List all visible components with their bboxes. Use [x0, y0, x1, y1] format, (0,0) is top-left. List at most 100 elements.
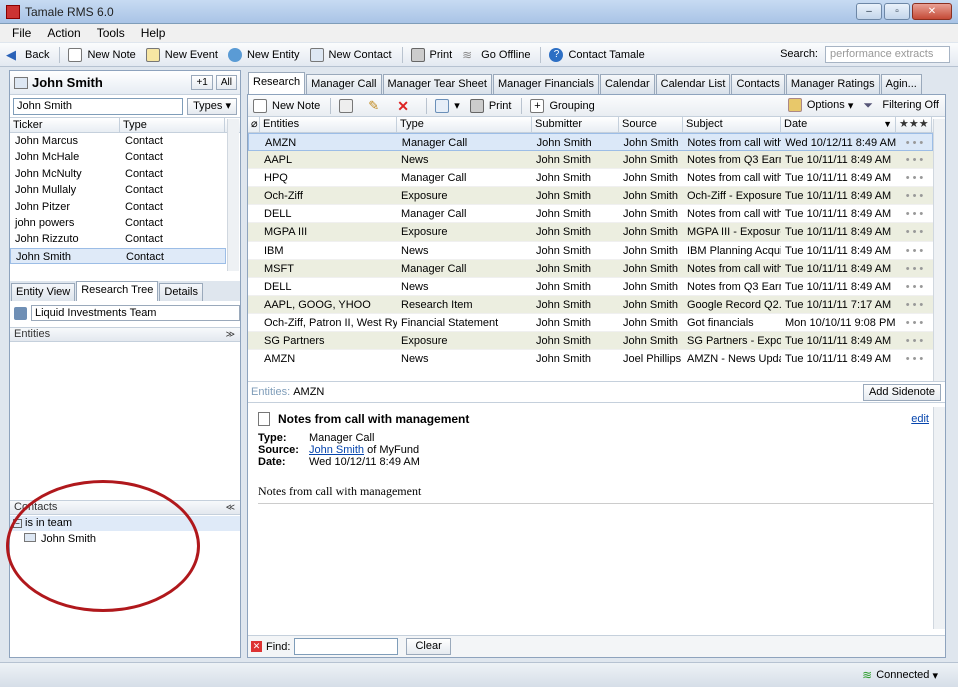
rating-dots[interactable]: •••	[896, 260, 932, 277]
rating-dots[interactable]: •••	[896, 278, 932, 295]
menu-tools[interactable]: Tools	[97, 26, 125, 40]
new-note-button[interactable]: New Note	[253, 98, 320, 113]
new-entity-button[interactable]: New Entity	[227, 47, 300, 62]
col-type[interactable]: Type	[120, 118, 225, 132]
rating-dots[interactable]: •••	[896, 169, 932, 186]
print-button[interactable]: Print	[410, 47, 452, 62]
tab-contacts[interactable]: Contacts	[731, 74, 785, 94]
tab-calendar[interactable]: Calendar	[599, 74, 655, 94]
tab-manager-ratings[interactable]: Manager Ratings	[785, 74, 880, 94]
entity-list-row[interactable]: John Smith Contact	[10, 247, 226, 265]
entity-search-input[interactable]: John Smith	[13, 97, 184, 115]
is-in-team-group[interactable]: − is in team	[10, 516, 240, 531]
minimize-button[interactable]: –	[856, 3, 882, 20]
entity-list-row[interactable]: John Rizzuto Contact	[10, 231, 226, 247]
col-submitter[interactable]: Submitter	[532, 117, 619, 132]
entity-list-row[interactable]: John Mullaly Contact	[10, 182, 226, 198]
col-ticker[interactable]: Ticker	[10, 118, 120, 132]
rating-dots[interactable]: •••	[896, 296, 932, 313]
tab-manager-tear-sheet[interactable]: Manager Tear Sheet	[382, 74, 492, 94]
connection-status[interactable]: ≋ Connected ▾	[862, 668, 938, 682]
contact-tamale-button[interactable]: ? Contact Tamale	[549, 47, 645, 62]
rating-dots[interactable]: •••	[896, 187, 932, 204]
plus-one-button[interactable]: +1	[191, 75, 213, 90]
options-button[interactable]: Options ▾	[787, 98, 853, 112]
maximize-button[interactable]: ▫	[884, 3, 910, 20]
tab-manager-financials[interactable]: Manager Financials	[492, 74, 599, 94]
rating-dots[interactable]: •••	[896, 134, 932, 150]
col-entities[interactable]: Entities	[260, 117, 397, 132]
col-date[interactable]: Date ▼	[781, 117, 896, 132]
tab-details[interactable]: Details	[159, 283, 203, 301]
grouping-button[interactable]: + Grouping	[530, 98, 595, 113]
detail-scrollbar[interactable]	[933, 407, 945, 629]
rating-dots[interactable]: •••	[896, 205, 932, 222]
entities-section-header[interactable]: Entities ≫	[10, 327, 240, 342]
entity-list-scrollbar[interactable]	[227, 119, 239, 271]
all-button[interactable]: All	[215, 75, 237, 90]
col-type[interactable]: Type	[397, 117, 532, 132]
research-row[interactable]: Och-Ziff Exposure John Smith John Smith Och-…	[248, 187, 933, 206]
research-row[interactable]: AAPL, GOOG, YHOO Research Item John Smith J…	[248, 295, 933, 314]
research-row[interactable]: MSFT Manager Call John Smith John Smith Note…	[248, 259, 933, 278]
rating-dots[interactable]: •••	[896, 151, 932, 168]
delete-button[interactable]: ✕	[397, 99, 416, 113]
entity-list-row[interactable]: John Pitzer Contact	[10, 199, 226, 215]
attachment-column-icon[interactable]: ⌀	[248, 117, 260, 132]
types-dropdown[interactable]: Types ▾	[187, 97, 237, 115]
research-row[interactable]: AMZN News John Smith Joel Phillips AMZN - Ne…	[248, 350, 933, 365]
entity-list-row[interactable]: John McNulty Contact	[10, 166, 226, 182]
tab-research-tree[interactable]: Research Tree	[76, 281, 159, 301]
edit-button[interactable]: ✎	[368, 98, 387, 113]
rating-dots[interactable]: •••	[896, 314, 932, 331]
research-row[interactable]: AAPL News John Smith John Smith Notes from Q…	[248, 151, 933, 170]
menu-file[interactable]: File	[12, 26, 31, 40]
search-input[interactable]: performance extracts	[825, 46, 950, 63]
tab-entity-view[interactable]: Entity View	[11, 283, 76, 301]
tab-manager-call[interactable]: Manager Call	[306, 74, 382, 94]
research-row[interactable]: Och-Ziff, Patron II, West Rye... Financia…	[248, 314, 933, 333]
email-button[interactable]: ▾	[435, 98, 460, 113]
rating-dots[interactable]: •••	[896, 350, 932, 365]
new-contact-button[interactable]: New Contact	[309, 47, 392, 62]
contacts-section-header[interactable]: Contacts ≪	[10, 500, 240, 515]
find-input[interactable]	[294, 638, 399, 655]
tab-research[interactable]: Research	[248, 72, 306, 94]
back-button[interactable]: ◀ Back	[6, 47, 49, 62]
research-row[interactable]: DELL Manager Call John Smith John Smith Note…	[248, 205, 933, 224]
menu-help[interactable]: Help	[141, 26, 166, 40]
entity-list-row[interactable]: John McHale Contact	[10, 149, 226, 165]
entity-list-row[interactable]: john powers Contact	[10, 215, 226, 231]
team-selector[interactable]: Liquid Investments Team	[31, 305, 240, 321]
print-button[interactable]: Print	[469, 98, 511, 113]
research-row[interactable]: AMZN Manager Call John Smith John Smith Note…	[248, 133, 933, 152]
research-row[interactable]: SG Partners Exposure John Smith John Smith S…	[248, 332, 933, 351]
tab-calendar-list[interactable]: Calendar List	[655, 74, 731, 94]
filtering-button[interactable]: ⏷ Filtering Off	[863, 98, 939, 112]
close-button[interactable]: ✕	[912, 3, 952, 20]
new-note-button[interactable]: New Note	[68, 47, 136, 62]
rating-dots[interactable]: •••	[896, 242, 932, 259]
tab-aging[interactable]: Agin...	[880, 74, 922, 94]
rating-dots[interactable]: •••	[896, 223, 932, 240]
contact-item[interactable]: John Smith	[24, 532, 96, 547]
edit-link[interactable]: edit	[911, 413, 929, 425]
close-find-icon[interactable]: ✕	[251, 641, 262, 652]
entity-list-row[interactable]: John Marcus Contact	[10, 133, 226, 149]
menu-action[interactable]: Action	[47, 26, 80, 40]
clear-button[interactable]: Clear	[406, 638, 451, 655]
source-link[interactable]: John Smith	[309, 444, 364, 456]
col-source[interactable]: Source	[619, 117, 683, 132]
grid-scrollbar[interactable]	[933, 119, 945, 381]
research-row[interactable]: MGPA III Exposure John Smith John Smith MGPA…	[248, 223, 933, 242]
rating-dots[interactable]: •••	[896, 332, 932, 349]
add-sidenote-button[interactable]: Add Sidenote	[862, 384, 941, 401]
copy-button[interactable]	[339, 98, 358, 113]
research-row[interactable]: HPQ Manager Call John Smith John Smith Notes…	[248, 169, 933, 188]
col-rating-stars[interactable]: ★★★	[896, 117, 932, 132]
research-row[interactable]: IBM News John Smith John Smith IBM Planning …	[248, 242, 933, 260]
go-offline-button[interactable]: ≋ Go Offline	[462, 48, 530, 62]
new-event-button[interactable]: New Event	[145, 47, 218, 62]
research-row[interactable]: DELL News John Smith John Smith Notes from Q…	[248, 278, 933, 296]
col-subject[interactable]: Subject	[683, 117, 781, 132]
